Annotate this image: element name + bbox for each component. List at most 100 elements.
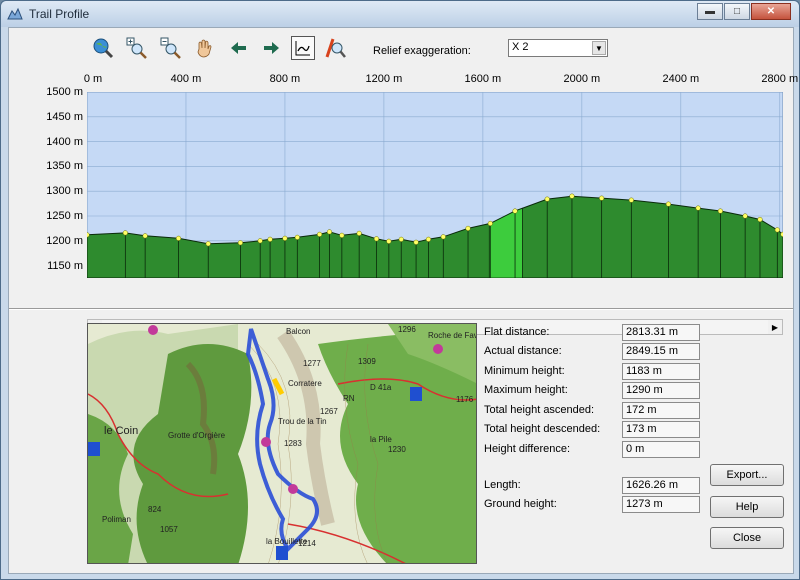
stat-label: Height difference:	[484, 443, 571, 455]
map-label: 1214	[298, 539, 316, 548]
x-tick-label: 2400 m	[662, 73, 700, 85]
profile-point	[356, 230, 362, 236]
close-button[interactable]: Close	[710, 527, 784, 549]
profile-point	[398, 236, 404, 242]
stat-value: 1290 m	[622, 382, 700, 399]
zoom-in-button[interactable]	[125, 36, 149, 60]
stat-value: 1183 m	[622, 363, 700, 380]
profile-point	[757, 216, 763, 223]
profile-point	[175, 235, 182, 241]
zoom-in-icon	[126, 37, 147, 59]
minimize-button[interactable]: ▬	[697, 3, 723, 20]
topographic-map: Balcon 1296 Roche de Fave 1277 Corratere…	[88, 324, 476, 563]
profile-point	[695, 205, 701, 211]
client-area: Relief exaggeration: X 2 ▼ 0 m 400 m 800 m…	[8, 27, 798, 574]
zoom-out-button[interactable]	[159, 36, 183, 60]
x-tick-label: 2800 m	[761, 73, 799, 85]
x-tick-label: 0 m	[83, 73, 103, 85]
trail-profile-app-icon	[7, 7, 23, 20]
profile-point	[717, 208, 723, 214]
elevation-plot[interactable]	[87, 92, 783, 278]
y-tick-label: 1450 m	[46, 110, 83, 123]
trail-map[interactable]: Balcon 1296 Roche de Fave 1277 Corratere…	[87, 323, 477, 564]
minimize-icon: ▬	[705, 6, 715, 17]
map-label: Poliman	[102, 515, 131, 524]
profile-point	[512, 208, 518, 214]
previous-button[interactable]	[227, 36, 251, 60]
stat-label: Actual distance:	[484, 345, 562, 357]
close-window-button[interactable]: ✕	[751, 3, 791, 20]
profile-point	[742, 213, 748, 219]
pan-hand-icon	[197, 39, 212, 58]
maximize-button[interactable]: □	[724, 3, 750, 20]
chevron-down-icon: ▼	[592, 41, 606, 55]
arrow-right-icon	[264, 42, 279, 54]
relief-exaggeration-select[interactable]: X 2 ▼	[508, 39, 608, 57]
profile-point	[544, 196, 550, 202]
x-tick-label: 400 m	[170, 73, 202, 85]
map-label: Trou de la Tin	[278, 417, 327, 426]
toolbar: Relief exaggeration: X 2 ▼	[9, 28, 793, 68]
window-controls: ▬ □ ✕	[697, 3, 791, 20]
trail-search-button[interactable]	[323, 36, 347, 60]
map-label: 824	[148, 505, 162, 514]
profile-point	[628, 197, 634, 203]
next-button[interactable]	[259, 36, 283, 60]
profile-point	[87, 232, 90, 238]
profile-mode-icon	[295, 41, 310, 56]
profile-point	[413, 239, 419, 245]
stat-label: Maximum height:	[484, 384, 568, 396]
profile-point	[487, 220, 493, 226]
profile-point	[205, 241, 211, 247]
profile-point	[440, 234, 446, 240]
map-label: RN	[343, 394, 355, 403]
map-label: Corratere	[288, 379, 322, 388]
window-title: Trail Profile	[29, 7, 90, 21]
profile-point	[386, 238, 392, 244]
export-button[interactable]: Export...	[710, 464, 784, 486]
y-tick-label: 1300 m	[46, 185, 83, 198]
stat-label: Flat distance:	[484, 326, 550, 338]
stat-value: 173 m	[622, 421, 700, 438]
maximize-icon: □	[733, 6, 741, 17]
stat-value: 172 m	[622, 402, 700, 419]
profile-point	[317, 231, 323, 237]
y-tick-label: 1400 m	[46, 135, 83, 148]
map-label: Grotte d'Orgière	[168, 431, 226, 440]
stat-value: 0 m	[622, 441, 700, 458]
map-label: 1057	[160, 525, 178, 534]
stat-label: Length:	[484, 479, 521, 491]
stat-label: Total height ascended:	[484, 404, 595, 416]
panel-divider[interactable]	[9, 308, 793, 310]
relief-exaggeration-label: Relief exaggeration:	[373, 45, 471, 57]
map-label: Balcon	[286, 327, 310, 336]
map-label: la Pile	[370, 435, 392, 444]
profile-point	[294, 234, 300, 240]
profile-point	[465, 225, 471, 231]
map-label: 1296	[398, 325, 416, 334]
globe-zoom-button[interactable]	[91, 36, 115, 60]
stat-value: 1273 m	[622, 496, 700, 513]
stat-label: Minimum height:	[484, 365, 565, 377]
stat-label: Total height descended:	[484, 423, 601, 435]
y-tick-label: 1250 m	[46, 210, 83, 222]
pan-button[interactable]	[193, 36, 217, 60]
x-tick-label: 800 m	[269, 73, 301, 85]
profile-point	[237, 240, 243, 246]
stat-value: 1626.26 m	[622, 477, 700, 494]
map-label: 1277	[303, 359, 321, 368]
profile-point	[599, 195, 605, 201]
trail-search-icon	[325, 38, 346, 58]
scroll-right-icon[interactable]: ▶	[768, 320, 782, 334]
y-tick-label: 1150 m	[47, 259, 83, 272]
title-bar[interactable]: Trail Profile ▬ □ ✕	[1, 1, 799, 27]
profile-point	[780, 231, 783, 237]
help-button[interactable]: Help	[710, 496, 784, 518]
x-tick-label: 1200 m	[365, 73, 403, 85]
map-label: 1267	[320, 407, 338, 416]
profile-mode-toggle[interactable]	[291, 36, 315, 60]
arrow-left-icon	[231, 42, 246, 54]
trail-profile-window: Trail Profile ▬ □ ✕ Relief exaggeration:…	[0, 0, 800, 580]
profile-point	[339, 232, 345, 238]
relief-exaggeration-value: X 2	[512, 41, 529, 53]
